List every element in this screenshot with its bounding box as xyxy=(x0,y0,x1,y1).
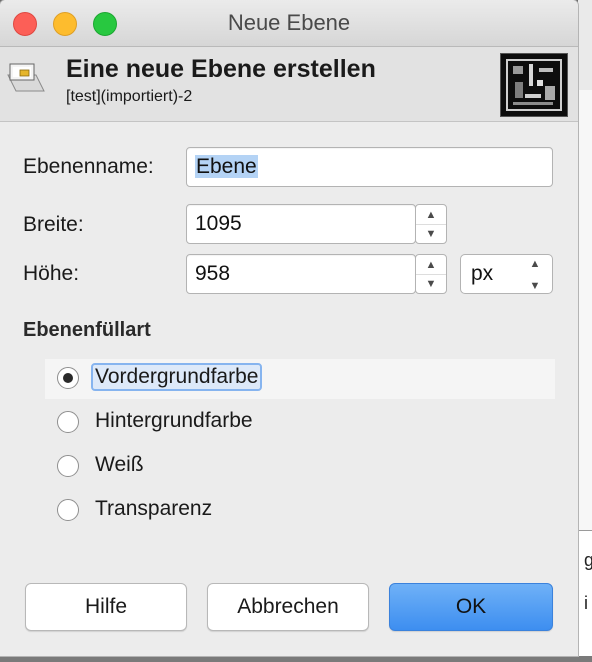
radio-button[interactable] xyxy=(57,411,79,433)
height-stepper[interactable]: ▲ ▼ xyxy=(415,254,447,294)
height-value: 958 xyxy=(195,262,231,285)
background-window: g i xyxy=(578,0,592,662)
new-layer-icon xyxy=(7,63,45,92)
width-input[interactable]: 1095 xyxy=(186,204,416,244)
fill-option-transparency[interactable]: Transparenz xyxy=(45,491,555,531)
chevron-up-down-icon: ▲ ▼ xyxy=(529,258,541,292)
ok-button[interactable]: OK xyxy=(389,583,553,631)
height-input[interactable]: 958 xyxy=(186,254,416,294)
fill-option-foreground[interactable]: Vordergrundfarbe xyxy=(45,359,555,399)
image-name: [test](importiert)-2 xyxy=(66,88,193,105)
triangle-up-icon[interactable]: ▲ xyxy=(416,205,446,225)
fill-option-label: Transparenz xyxy=(95,497,213,520)
width-value: 1095 xyxy=(195,212,242,235)
help-button[interactable]: Hilfe xyxy=(25,583,187,631)
fill-option-label: Weiß xyxy=(95,453,144,476)
unit-select[interactable]: px ▲ ▼ xyxy=(460,254,553,294)
fill-option-white[interactable]: Weiß xyxy=(45,447,555,487)
fill-option-background[interactable]: Hintergrundfarbe xyxy=(45,403,555,443)
layer-name-label: Ebenenname: xyxy=(23,155,154,178)
width-stepper[interactable]: ▲ ▼ xyxy=(415,204,447,244)
radio-button[interactable] xyxy=(57,499,79,521)
radio-button[interactable] xyxy=(57,367,79,389)
cancel-button[interactable]: Abbrechen xyxy=(207,583,369,631)
unit-value: px xyxy=(471,262,494,285)
layer-name-value: Ebene xyxy=(195,155,258,178)
dialog-heading: Eine neue Ebene erstellen xyxy=(66,55,376,83)
new-layer-dialog: Neue Ebene Eine neue Ebene erstellen [te… xyxy=(0,0,578,656)
radio-button[interactable] xyxy=(57,455,79,477)
window-title: Neue Ebene xyxy=(227,10,351,35)
triangle-up-icon[interactable]: ▲ xyxy=(416,255,446,275)
title-bar[interactable]: Neue Ebene xyxy=(0,0,578,47)
background-bottom-bar xyxy=(0,656,592,662)
background-text-fragment: g xyxy=(584,550,592,570)
image-preview-thumbnail xyxy=(500,53,568,117)
fill-type-heading: Ebenenfüllart xyxy=(23,319,151,341)
width-label: Breite: xyxy=(23,213,84,236)
fill-option-label: Hintergrundfarbe xyxy=(95,409,253,432)
height-label: Höhe: xyxy=(23,262,80,285)
triangle-down-icon[interactable]: ▼ xyxy=(416,274,446,293)
layer-name-input[interactable]: Ebene xyxy=(186,147,553,187)
triangle-down-icon[interactable]: ▼ xyxy=(416,224,446,243)
background-text-fragment: i xyxy=(584,593,588,613)
dialog-header: Eine neue Ebene erstellen [test](importi… xyxy=(0,47,578,122)
fill-option-label: Vordergrundfarbe xyxy=(90,363,263,391)
